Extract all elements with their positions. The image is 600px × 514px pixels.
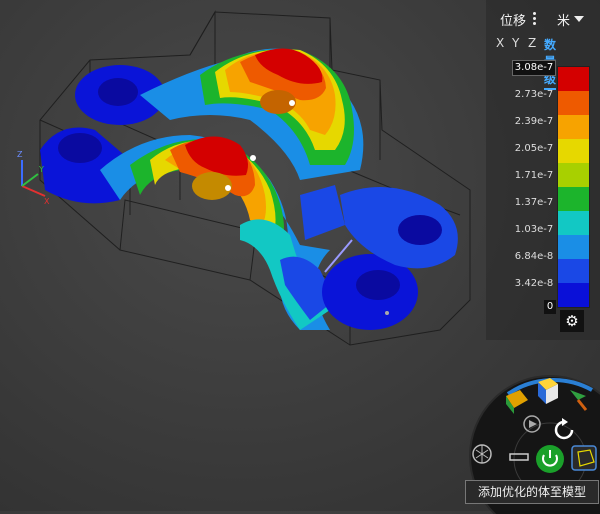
axis-y-label: Y: [38, 165, 44, 174]
legend-tick: 6.84e-8: [514, 251, 554, 262]
legend-tick: 2.39e-7: [514, 116, 554, 127]
legend-tick: 1.03e-7: [514, 224, 554, 235]
legend-tick: 1.37e-7: [514, 197, 554, 208]
legend-tick: 3.42e-8: [514, 278, 554, 289]
unit-dropdown[interactable]: 米: [557, 10, 570, 29]
legend-tick: 2.05e-7: [514, 143, 554, 154]
optimized-part-model[interactable]: [40, 48, 458, 331]
legend-min-value[interactable]: 0: [544, 300, 556, 314]
tab-z[interactable]: Z: [528, 36, 536, 50]
kebab-icon[interactable]: [533, 11, 537, 27]
legend-tick: 1.71e-7: [514, 170, 554, 181]
axis-x-label: X: [44, 197, 50, 206]
power-icon[interactable]: [536, 445, 564, 473]
add-body-icon[interactable]: [571, 445, 597, 471]
tooltip: 添加优化的体至模型: [465, 480, 599, 504]
tab-x[interactable]: X: [496, 36, 504, 50]
legend-tick: 2.73e-7: [514, 89, 554, 100]
color-scale-bar: [557, 66, 590, 308]
result-quantity-row: 位移 米: [500, 10, 596, 30]
gear-icon[interactable]: ⚙: [560, 310, 584, 332]
chevron-down-icon[interactable]: [574, 16, 584, 22]
legend-max-value[interactable]: 3.08e-7: [512, 60, 556, 76]
axis-z-label: Z: [17, 150, 23, 159]
tab-y[interactable]: Y: [512, 36, 519, 50]
result-quantity-label[interactable]: 位移: [500, 10, 526, 29]
